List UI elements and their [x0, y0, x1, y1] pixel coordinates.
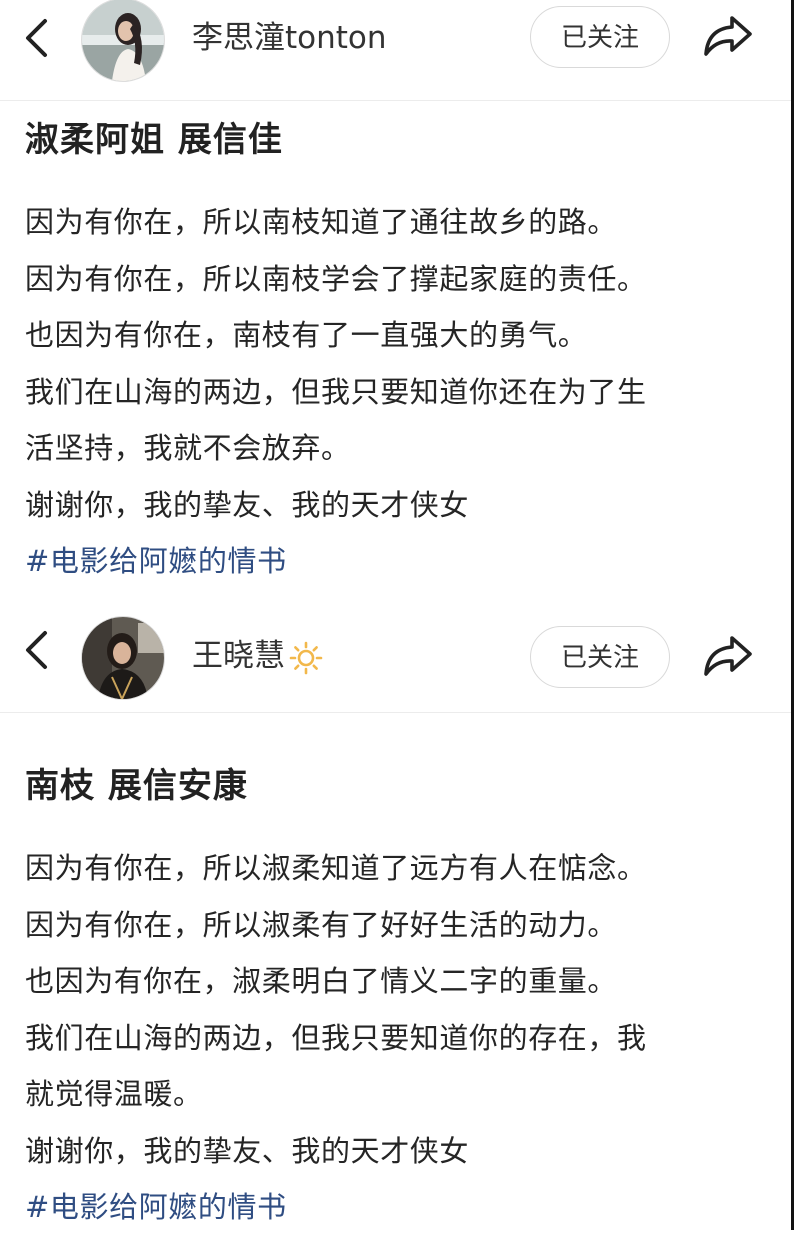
share-button[interactable]: [700, 630, 756, 682]
back-button[interactable]: [16, 18, 56, 58]
post-header: 王晓慧 已关注: [0, 612, 791, 713]
avatar[interactable]: [81, 616, 165, 700]
chevron-left-icon: [26, 19, 47, 57]
hashtag-link[interactable]: #电影给阿嬷的情书: [25, 1179, 765, 1236]
body-line: 也因为有你在，淑柔明白了情义二字的重量。: [25, 964, 618, 998]
post-title: 南枝 展信安康: [25, 766, 248, 806]
username[interactable]: 李思潼tonton: [192, 18, 387, 58]
avatar-image: [82, 617, 164, 699]
body-line: 我们在山海的两边，但我只要知道你还在为了生: [25, 374, 647, 409]
share-arrow-icon: [704, 16, 752, 56]
username-text: 王晓慧: [192, 638, 285, 674]
follow-button[interactable]: 已关注: [530, 6, 670, 68]
body-line: 谢谢你，我的挚友、我的天才侠女: [25, 487, 470, 522]
avatar[interactable]: [81, 0, 165, 82]
hashtag-link[interactable]: #电影给阿嬷的情书: [25, 533, 765, 590]
body-line: 也因为有你在，南枝有了一直强大的勇气。: [25, 318, 588, 352]
username[interactable]: 王晓慧: [192, 636, 323, 676]
post-card: 王晓慧 已关注 南枝 展信安康 因为有你在，所以淑柔知道了远方有人在惦念。 因为…: [0, 612, 791, 1230]
follow-button[interactable]: 已关注: [530, 626, 670, 688]
post-title: 淑柔阿姐 展信佳: [25, 120, 283, 160]
post-body: 因为有你在，所以南枝知道了通往故乡的路。 因为有你在，所以南枝学会了撑起家庭的责…: [25, 194, 765, 590]
post-body: 因为有你在，所以淑柔知道了远方有人在惦念。 因为有你在，所以淑柔有了好好生活的动…: [25, 840, 765, 1236]
sun-icon: [289, 641, 323, 674]
avatar-image: [82, 0, 164, 81]
body-line: 谢谢你，我的挚友、我的天才侠女: [25, 1133, 470, 1168]
chevron-left-icon: [26, 631, 47, 669]
body-line: 活坚持，我就不会放弃。: [25, 431, 351, 465]
body-line: 因为有你在，所以淑柔知道了远方有人在惦念。: [25, 851, 647, 885]
body-line: 因为有你在，所以南枝学会了撑起家庭的责任。: [25, 261, 647, 296]
body-line: 因为有你在，所以淑柔有了好好生活的动力。: [25, 907, 618, 942]
back-button[interactable]: [16, 630, 56, 670]
body-line: 我们在山海的两边，但我只要知道你的存在，我: [25, 1020, 647, 1055]
share-arrow-icon: [704, 636, 752, 676]
post-card: 李思潼tonton 已关注 淑柔阿姐 展信佳 因为有你在，所以南枝知道了通往故乡…: [0, 0, 791, 600]
body-line: 因为有你在，所以南枝知道了通往故乡的路。: [25, 205, 618, 239]
post-header: 李思潼tonton 已关注: [0, 0, 791, 101]
body-line: 就觉得温暖。: [25, 1077, 203, 1111]
share-button[interactable]: [700, 10, 756, 62]
